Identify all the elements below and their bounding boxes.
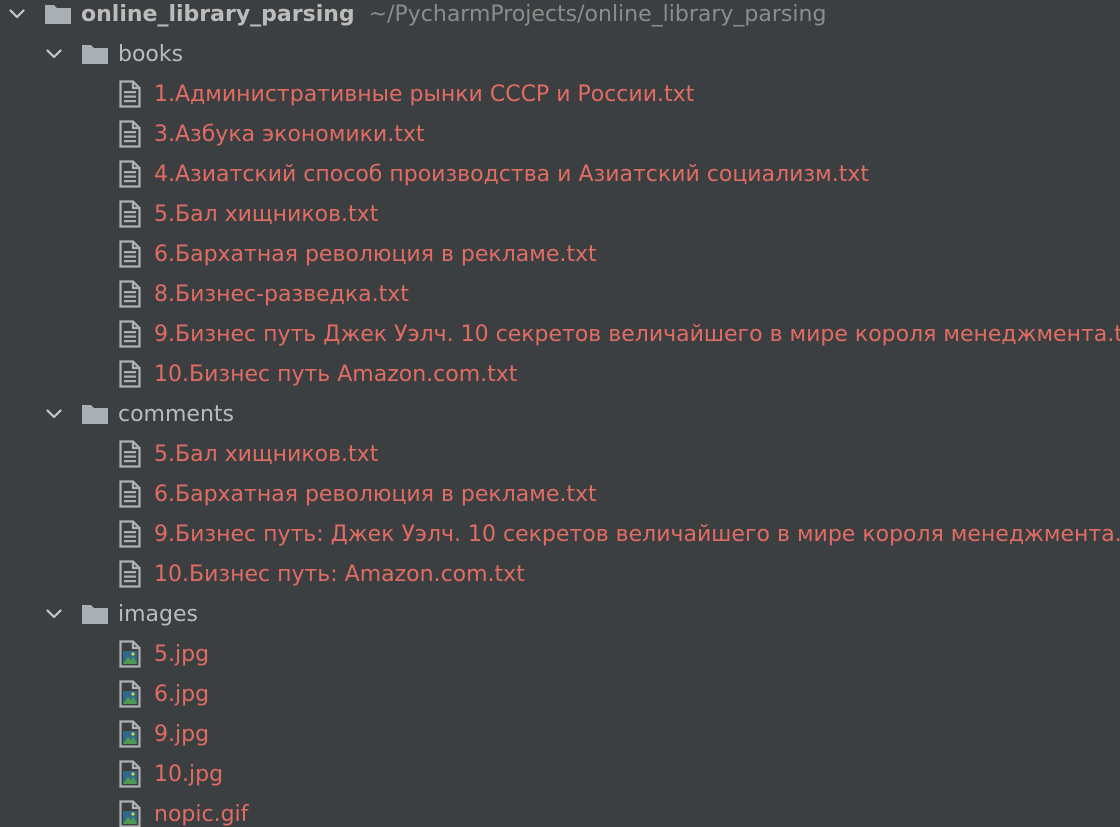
- folder-icon: [44, 0, 72, 34]
- tree-file-row[interactable]: 9.jpg: [119, 714, 209, 754]
- text-file-icon: [119, 274, 143, 314]
- file-name: 1.Административные рынки СССР и России.t…: [154, 81, 695, 107]
- text-file-icon: [119, 434, 143, 474]
- text-file-icon: [119, 514, 143, 554]
- chevron-down-icon[interactable]: [6, 0, 28, 34]
- text-file-icon: [119, 474, 143, 514]
- text-file-icon: [119, 354, 143, 394]
- tree-file-row[interactable]: 5.Бал хищников.txt: [119, 194, 378, 234]
- file-name: 9.Бизнес путь Джек Уэлч. 10 секретов вел…: [154, 321, 1120, 347]
- tree-file-row[interactable]: 5.Бал хищников.txt: [119, 434, 378, 474]
- folder-name: images: [118, 601, 198, 627]
- file-name: 9.jpg: [154, 721, 210, 747]
- file-name: 10.Бизнес путь: Amazon.com.txt: [154, 561, 525, 587]
- image-file-icon: [119, 674, 143, 714]
- project-tree: online_library_parsing ~/PycharmProjects/…: [0, 0, 1120, 827]
- tree-folder-images[interactable]: images: [43, 594, 198, 634]
- folder-icon: [81, 594, 109, 634]
- tree-folder-comments[interactable]: comments: [43, 394, 234, 434]
- folder-icon: [81, 394, 109, 434]
- tree-file-row[interactable]: 6.Бархатная революция в рекламе.txt: [119, 234, 597, 274]
- file-name: 6.Бархатная революция в рекламе.txt: [154, 481, 597, 507]
- tree-file-row[interactable]: 6.jpg: [119, 674, 209, 714]
- tree-file-row[interactable]: 6.Бархатная революция в рекламе.txt: [119, 474, 597, 514]
- folder-name: books: [118, 41, 184, 67]
- file-name: 4.Азиатский способ производства и Азиатс…: [154, 161, 869, 187]
- chevron-down-icon[interactable]: [43, 394, 65, 434]
- file-name: 8.Бизнес-разведка.txt: [154, 281, 409, 307]
- file-name: 9.Бизнес путь: Джек Уэлч. 10 секретов ве…: [154, 521, 1120, 547]
- project-root-name: online_library_parsing: [81, 1, 355, 27]
- text-file-icon: [119, 554, 143, 594]
- file-name: nopic.gif: [154, 801, 249, 827]
- file-name: 3.Азбука экономики.txt: [154, 121, 425, 147]
- tree-root-row[interactable]: online_library_parsing ~/PycharmProjects/…: [6, 0, 826, 34]
- tree-folder-books[interactable]: books: [43, 34, 183, 74]
- tree-file-row[interactable]: 10.Бизнес путь: Amazon.com.txt: [119, 554, 525, 594]
- file-name: 10.jpg: [154, 761, 224, 787]
- chevron-down-icon[interactable]: [43, 34, 65, 74]
- chevron-down-icon[interactable]: [43, 594, 65, 634]
- image-file-icon: [119, 634, 143, 674]
- file-name: 10.Бизнес путь Amazon.com.txt: [154, 361, 518, 387]
- file-name: 6.jpg: [154, 681, 210, 707]
- tree-file-row[interactable]: 10.Бизнес путь Amazon.com.txt: [119, 354, 517, 394]
- tree-file-row[interactable]: 9.Бизнес путь: Джек Уэлч. 10 секретов ве…: [119, 514, 1120, 554]
- tree-file-row[interactable]: 9.Бизнес путь Джек Уэлч. 10 секретов вел…: [119, 314, 1120, 354]
- text-file-icon: [119, 74, 143, 114]
- text-file-icon: [119, 234, 143, 274]
- file-name: 5.Бал хищников.txt: [154, 201, 379, 227]
- folder-icon: [81, 34, 109, 74]
- file-name: 5.Бал хищников.txt: [154, 441, 379, 467]
- tree-file-row[interactable]: 1.Административные рынки СССР и России.t…: [119, 74, 694, 114]
- folder-name: comments: [118, 401, 234, 427]
- file-name: 6.Бархатная революция в рекламе.txt: [154, 241, 597, 267]
- text-file-icon: [119, 194, 143, 234]
- tree-file-row[interactable]: 8.Бизнес-разведка.txt: [119, 274, 409, 314]
- tree-file-row[interactable]: 3.Азбука экономики.txt: [119, 114, 425, 154]
- tree-file-row[interactable]: 5.jpg: [119, 634, 209, 674]
- tree-file-row[interactable]: nopic.gif: [119, 794, 248, 827]
- tree-file-row[interactable]: 4.Азиатский способ производства и Азиатс…: [119, 154, 869, 194]
- image-file-icon: [119, 714, 143, 754]
- text-file-icon: [119, 154, 143, 194]
- text-file-icon: [119, 114, 143, 154]
- image-file-icon: [119, 754, 143, 794]
- image-file-icon: [119, 794, 143, 827]
- file-name: 5.jpg: [154, 641, 210, 667]
- tree-file-row[interactable]: 10.jpg: [119, 754, 223, 794]
- project-root-path: ~/PycharmProjects/online_library_parsing: [368, 1, 827, 27]
- text-file-icon: [119, 314, 143, 354]
